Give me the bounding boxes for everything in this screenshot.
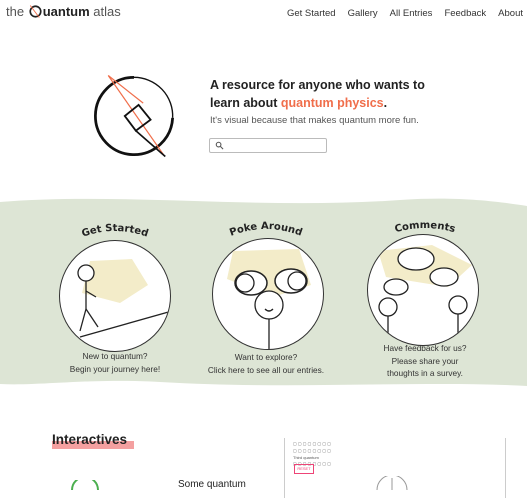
card-comments[interactable]: Comments Have feedback for us? Please sh…	[355, 214, 495, 380]
card-text-line: Begin your journey here!	[69, 363, 161, 374]
nav-all-entries[interactable]: All Entries	[390, 8, 433, 19]
logo-suffix: atlas	[93, 4, 121, 19]
search-box[interactable]	[209, 138, 327, 153]
hero-compass-logo	[94, 75, 175, 158]
card-get-started-text: New to quantum? Begin your journey here!	[45, 350, 185, 375]
search-icon	[215, 141, 224, 150]
hero-headline-suffix: .	[383, 96, 388, 110]
card-text-line: Click here to see all our entries.	[207, 364, 325, 375]
interactive-dial-icon	[71, 480, 99, 490]
interactive-preview[interactable]: ▢ ▢ ▢ ▢ ▢ ▢ ▢ ▢ ▢ ▢ ▢ ▢ ▢ ▢ ▢ ▢ Third qu…	[284, 438, 506, 498]
nav-about[interactable]: About	[498, 8, 523, 19]
card-comments-title: Comments	[394, 220, 457, 235]
card-poke-around-text: Want to explore? Click here to see all o…	[196, 351, 336, 376]
main-nav: Get Started Gallery All Entries Feedback…	[275, 8, 523, 19]
card-text-line: Want to explore?	[234, 352, 298, 362]
nav-feedback[interactable]: Feedback	[444, 8, 486, 19]
hero-headline-prefix: learn about	[210, 96, 281, 110]
card-get-started[interactable]: Get Started New to quantum? Begin your j…	[45, 216, 185, 376]
interactives-title: Interactives	[52, 432, 128, 447]
card-title-arc: Poke Around	[228, 221, 303, 239]
card-poke-around[interactable]: Poke Around Want to explore? Click here …	[196, 214, 336, 380]
hero-headline-2: learn about quantum physics.	[210, 94, 510, 112]
logo-quantum: uantum	[42, 4, 90, 19]
svg-text:Comments: Comments	[394, 220, 457, 235]
logo-prefix: the	[6, 4, 25, 19]
preview-row: ▢ ▢ ▢ ▢ ▢ ▢ ▢ ▢	[293, 441, 332, 446]
walking-figure-icon	[77, 259, 170, 338]
svg-text:Poke Around: Poke Around	[228, 221, 303, 239]
hero-headline-1: A resource for anyone who wants to	[210, 78, 425, 92]
preview-label: Third quantum	[293, 455, 319, 460]
interactives-teaser: Some quantum	[178, 479, 246, 490]
card-text-line: New to quantum?	[82, 351, 148, 361]
nav-gallery[interactable]: Gallery	[348, 8, 378, 19]
site-logo[interactable]: the uantum atlas	[6, 4, 121, 19]
hero-subtitle: It's visual because that makes quantum m…	[210, 115, 419, 126]
search-input[interactable]	[226, 140, 324, 151]
binoculars-figure-icon	[227, 249, 311, 349]
hero-highlight: quantum physics	[280, 96, 384, 110]
card-get-started-title: Get Started	[80, 223, 149, 240]
card-illustration	[212, 238, 324, 350]
speech-bubbles-icon	[378, 245, 472, 339]
card-text-line: Please share your	[391, 355, 459, 366]
card-text-line: thoughts in a survey.	[387, 368, 463, 378]
svg-text:Get Started: Get Started	[80, 223, 149, 240]
hero-text: A resource for anyone who wants to learn…	[210, 76, 510, 126]
nav-get-started[interactable]: Get Started	[287, 8, 336, 19]
card-text-line: Have feedback for us?	[383, 343, 467, 353]
card-poke-around-title: Poke Around	[228, 221, 303, 239]
card-illustration	[367, 234, 479, 346]
q-logo-icon	[29, 5, 42, 18]
top-bar: the uantum atlas Get Started Gallery All…	[0, 0, 527, 30]
interactives-heading: Interactives	[52, 432, 134, 449]
reset-button[interactable]: RESET	[294, 464, 314, 474]
card-title-arc: Get Started	[80, 223, 149, 240]
card-comments-text: Have feedback for us? Please share your …	[355, 342, 495, 380]
card-illustration	[59, 240, 171, 352]
preview-row: ▢ ▢ ▢ ▢ ▢ ▢ ▢ ▢	[293, 448, 332, 453]
